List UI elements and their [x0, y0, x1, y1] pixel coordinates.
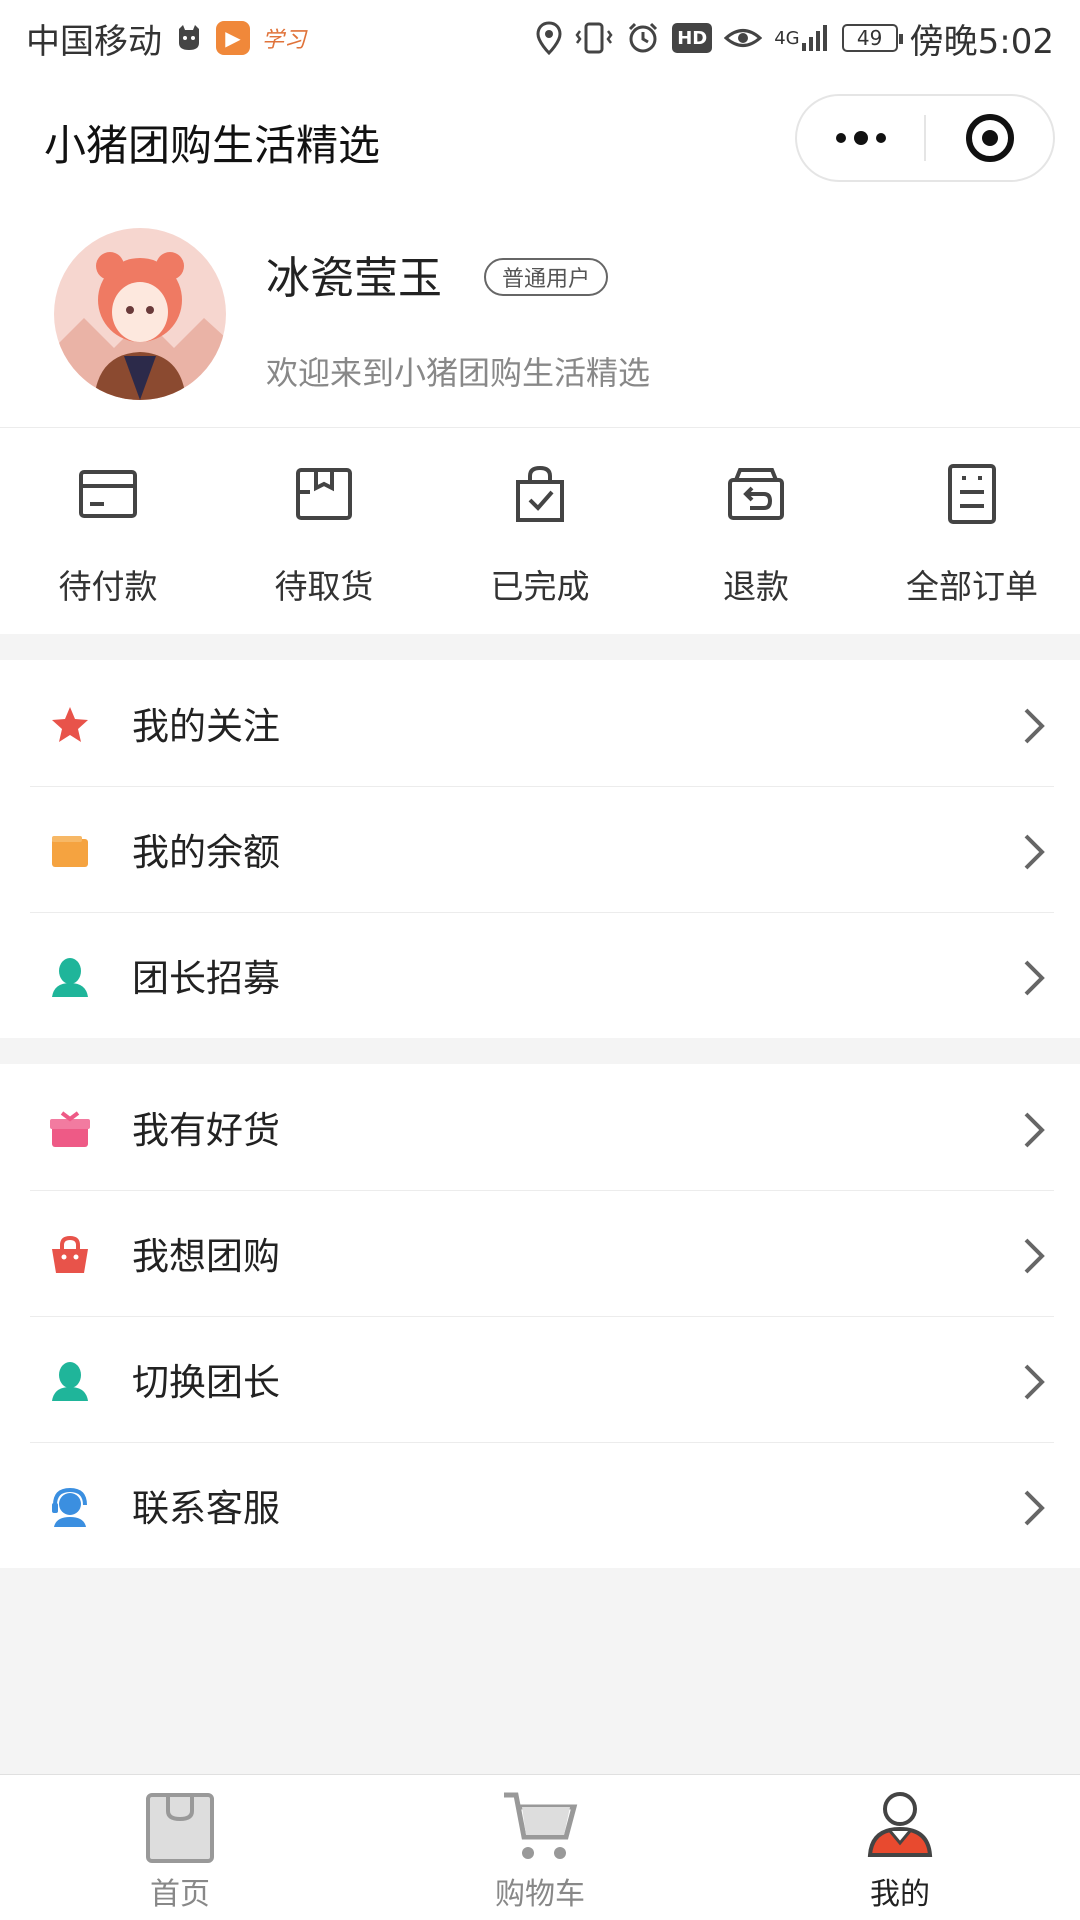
target-close-icon	[965, 114, 1014, 162]
more-button[interactable]	[797, 96, 924, 180]
menu-label: 联系客服	[132, 1487, 280, 1530]
profile-header: 冰瓷莹玉 普通用户 欢迎来到小猪团购生活精选	[0, 202, 1080, 428]
cart-icon	[504, 1792, 578, 1859]
package-box-icon	[296, 468, 352, 520]
chevron-right-icon	[1024, 1490, 1045, 1526]
close-mini-program-button[interactable]	[926, 96, 1053, 180]
order-label: 待付款	[58, 567, 158, 606]
menu-item-want-group-buy[interactable]: 我想团购	[0, 1190, 1080, 1316]
order-list-icon	[948, 464, 996, 524]
order-pending-pickup[interactable]: 待取货	[216, 428, 432, 634]
menu-group-services: 我有好货 我想团购 切换团长 联系客服	[0, 1064, 1080, 1568]
menu-item-balance[interactable]: 我的余额	[0, 786, 1080, 912]
shopping-bag-icon	[146, 1793, 214, 1863]
order-pending-payment[interactable]: 待付款	[0, 428, 216, 634]
order-shortcuts: 待付款 待取货 已完成 退款 全部订单	[0, 428, 1080, 634]
nav-bar: 小猪团购生活精选	[0, 76, 1080, 202]
chevron-right-icon	[1024, 1112, 1045, 1148]
menu-label: 团长招募	[132, 957, 280, 1000]
tab-label: 首页	[150, 1877, 210, 1912]
order-refund[interactable]: 退款	[648, 428, 864, 634]
eye-icon	[724, 18, 763, 58]
user-level-badge: 普通用户	[484, 258, 609, 296]
order-label: 待取货	[274, 567, 374, 606]
username: 冰瓷莹玉	[266, 253, 442, 304]
menu-label: 我有好货	[132, 1109, 280, 1152]
basket-icon	[52, 1235, 88, 1273]
menu-item-customer-service[interactable]: 联系客服	[0, 1442, 1080, 1568]
person-icon	[52, 1362, 88, 1401]
status-bar: 中国移动 ▶ 学习 HD 4G 49 傍晚5:02	[0, 0, 1080, 76]
menu-item-switch-leader[interactable]: 切换团长	[0, 1316, 1080, 1442]
tab-label: 购物车	[495, 1877, 585, 1912]
user-icon	[867, 1792, 933, 1857]
order-completed[interactable]: 已完成	[432, 428, 648, 634]
battery-icon: 49	[841, 24, 903, 52]
menu-label: 切换团长	[132, 1361, 280, 1404]
tab-label: 我的	[870, 1877, 930, 1912]
refund-box-icon	[728, 468, 784, 520]
study-app-icon: 学习	[262, 28, 307, 53]
order-label: 全部订单	[906, 567, 1038, 606]
page-title: 小猪团购生活精选	[44, 121, 381, 170]
chevron-right-icon	[1024, 1238, 1045, 1274]
more-dots-icon	[835, 131, 886, 145]
star-icon	[52, 707, 88, 742]
signal-icon: 4G	[774, 18, 829, 58]
menu-label: 我的关注	[132, 705, 280, 748]
chevron-right-icon	[1024, 708, 1045, 744]
mini-program-capsule	[795, 94, 1055, 182]
menu-item-leader-recruit[interactable]: 团长招募	[0, 912, 1080, 1038]
gift-icon	[50, 1111, 90, 1147]
menu-item-good-goods[interactable]: 我有好货	[0, 1064, 1080, 1190]
menu-label: 我想团购	[132, 1235, 280, 1278]
welcome-text: 欢迎来到小猪团购生活精选	[266, 354, 651, 392]
chevron-right-icon	[1024, 1364, 1045, 1400]
bag-check-icon	[516, 465, 564, 522]
network-type-label: 4G	[774, 27, 800, 49]
avatar[interactable]	[54, 228, 226, 400]
tab-mine[interactable]: 我的	[720, 1775, 1080, 1920]
menu-group-account: 我的关注 我的余额 团长招募	[0, 660, 1080, 1038]
headset-icon	[52, 1487, 87, 1527]
chevron-right-icon	[1024, 834, 1045, 870]
chevron-right-icon	[1024, 960, 1045, 996]
menu-item-follows[interactable]: 我的关注	[0, 660, 1080, 786]
person-icon	[52, 958, 88, 997]
status-right: HD 4G 49 傍晚5:02	[536, 14, 1054, 63]
tab-home[interactable]: 首页	[0, 1775, 360, 1920]
location-icon	[536, 18, 562, 58]
menu-label: 我的余额	[132, 831, 280, 874]
battery-level: 49	[856, 26, 883, 50]
time-label: 傍晚5:02	[909, 21, 1054, 62]
hd-icon: HD	[672, 23, 713, 53]
vibrate-icon	[574, 18, 614, 58]
video-app-icon: ▶	[216, 21, 250, 55]
order-label: 已完成	[490, 567, 590, 606]
wallet-card-icon	[79, 470, 137, 518]
status-left: 中国移动 ▶ 学习	[26, 14, 306, 63]
tab-cart[interactable]: 购物车	[360, 1775, 720, 1920]
wallet-icon	[52, 836, 88, 867]
order-all[interactable]: 全部订单	[864, 428, 1080, 634]
alarm-icon	[626, 18, 660, 58]
bottom-tab-bar: 首页 购物车 我的	[0, 1774, 1080, 1920]
cat-icon	[174, 18, 204, 58]
carrier-label: 中国移动	[26, 21, 162, 62]
order-label: 退款	[723, 567, 789, 606]
